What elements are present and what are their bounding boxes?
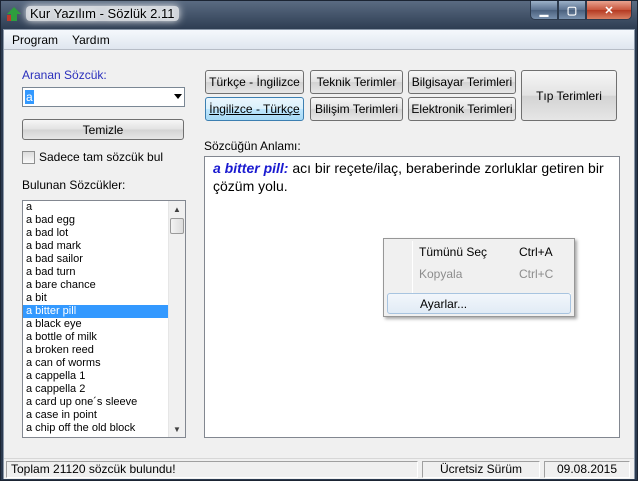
status-bar: Toplam 21120 sözcük bulundu! Ücretsiz Sü… xyxy=(4,458,634,479)
found-words-label: Bulunan Sözcükler: xyxy=(22,178,126,192)
list-item[interactable]: a card up one´s sleeve xyxy=(23,396,168,409)
list-item[interactable]: a bitter pill xyxy=(23,305,168,318)
menu-program[interactable]: Program xyxy=(9,32,61,48)
context-settings[interactable]: Ayarlar... xyxy=(387,293,571,314)
status-date: 09.08.2015 xyxy=(544,461,630,478)
dict-tr-en-button[interactable]: Türkçe - İngilizce xyxy=(205,70,304,94)
clear-button[interactable]: Temizle xyxy=(22,119,184,140)
context-select-all-shortcut: Ctrl+A xyxy=(519,245,553,259)
window-title: Kur Yazılım - Sözlük 2.11 xyxy=(26,6,179,21)
menu-bar: Program Yardım xyxy=(4,30,634,50)
list-item[interactable]: a bottle of milk xyxy=(23,331,168,344)
dict-tr-en-label: Türkçe - İngilizce xyxy=(209,75,300,89)
app-window: Kur Yazılım - Sözlük 2.11 ▁ ▢ ✕ Program … xyxy=(0,0,638,481)
dict-technical-label: Teknik Terimler xyxy=(316,75,397,89)
app-logo-icon xyxy=(7,7,21,21)
minimize-icon: ▁ xyxy=(539,4,549,17)
status-edition: Ücretsiz Sürüm xyxy=(422,461,540,478)
search-input[interactable]: a xyxy=(25,90,34,104)
search-label: Aranan Sözcük: xyxy=(22,68,107,82)
context-settings-label: Ayarlar... xyxy=(420,297,468,311)
dict-medical-button[interactable]: Tıp Terimleri xyxy=(521,70,617,121)
title-bar[interactable]: Kur Yazılım - Sözlük 2.11 ▁ ▢ ✕ xyxy=(1,1,637,28)
list-item[interactable]: a bad lot xyxy=(23,227,168,240)
dict-en-tr-button[interactable]: İngilizce - Türkçe xyxy=(205,97,304,121)
scroll-thumb[interactable] xyxy=(170,218,184,234)
dict-technical-button[interactable]: Teknik Terimler xyxy=(310,70,403,94)
dict-computer-label: Bilgisayar Terimleri xyxy=(411,75,513,89)
scroll-down-icon[interactable]: ▼ xyxy=(169,421,185,437)
context-select-all[interactable]: Tümünü Seç Ctrl+A xyxy=(387,241,571,263)
context-copy-shortcut: Ctrl+C xyxy=(519,267,554,281)
list-item[interactable]: a bare chance xyxy=(23,279,168,292)
list-item[interactable]: a bit xyxy=(23,292,168,305)
search-combobox[interactable]: a xyxy=(22,87,185,107)
list-item[interactable]: a bad turn xyxy=(23,266,168,279)
word-list[interactable]: aa bad egg a bad lot a bad mark a bad sailo… xyxy=(22,200,186,438)
list-item[interactable]: a case in point xyxy=(23,409,168,422)
menu-help[interactable]: Yardım xyxy=(69,32,113,48)
maximize-icon: ▢ xyxy=(566,4,578,17)
context-copy-label: Kopyala xyxy=(419,267,463,281)
list-item[interactable]: a black eye xyxy=(23,318,168,331)
meaning-term: a bitter pill: xyxy=(213,160,289,176)
list-item[interactable]: a chip off the old block xyxy=(23,422,168,435)
list-item[interactable]: a cappella 1 xyxy=(23,370,168,383)
dict-informatics-label: Bilişim Terimleri xyxy=(314,102,399,116)
context-menu: Tümünü Seç Ctrl+A Kopyala Ctrl+C Ayarlar… xyxy=(383,238,575,317)
dict-electronic-button[interactable]: Elektronik Terimleri xyxy=(408,97,516,121)
context-select-all-label: Tümünü Seç xyxy=(419,245,488,259)
exact-match-label: Sadece tam sözcük bul xyxy=(39,150,164,164)
list-item[interactable]: a cappella 2 xyxy=(23,383,168,396)
exact-match-checkbox[interactable] xyxy=(22,151,35,164)
dict-medical-label: Tıp Terimleri xyxy=(536,88,602,103)
list-item[interactable]: a bad egg xyxy=(23,214,168,227)
maximize-button[interactable]: ▢ xyxy=(558,1,586,20)
list-item[interactable]: a bad sailor xyxy=(23,253,168,266)
status-count: Toplam 21120 sözcük bulundu! xyxy=(6,461,418,478)
chevron-down-icon[interactable] xyxy=(174,94,182,99)
minimize-button[interactable]: ▁ xyxy=(530,1,558,20)
list-item[interactable]: a bad mark xyxy=(23,240,168,253)
clear-button-label: Temizle xyxy=(82,122,124,137)
list-item[interactable]: a xyxy=(23,201,168,214)
scroll-up-icon[interactable]: ▲ xyxy=(169,201,185,217)
close-icon: ✕ xyxy=(604,4,614,17)
list-item[interactable]: a can of worms xyxy=(23,357,168,370)
list-item[interactable]: a broken reed xyxy=(23,344,168,357)
dict-electronic-label: Elektronik Terimleri xyxy=(411,102,513,116)
main-client-area: Program Yardım Aranan Sözcük: a Temizle … xyxy=(3,29,635,479)
dict-en-tr-label: İngilizce - Türkçe xyxy=(209,102,300,116)
dict-informatics-button[interactable]: Bilişim Terimleri xyxy=(310,97,403,121)
meaning-label: Sözcüğün Anlamı: xyxy=(204,139,301,153)
dict-computer-button[interactable]: Bilgisayar Terimleri xyxy=(408,70,516,94)
word-list-scrollbar[interactable]: ▲ ▼ xyxy=(168,201,185,437)
close-button[interactable]: ✕ xyxy=(586,1,632,20)
context-copy[interactable]: Kopyala Ctrl+C xyxy=(387,263,571,285)
